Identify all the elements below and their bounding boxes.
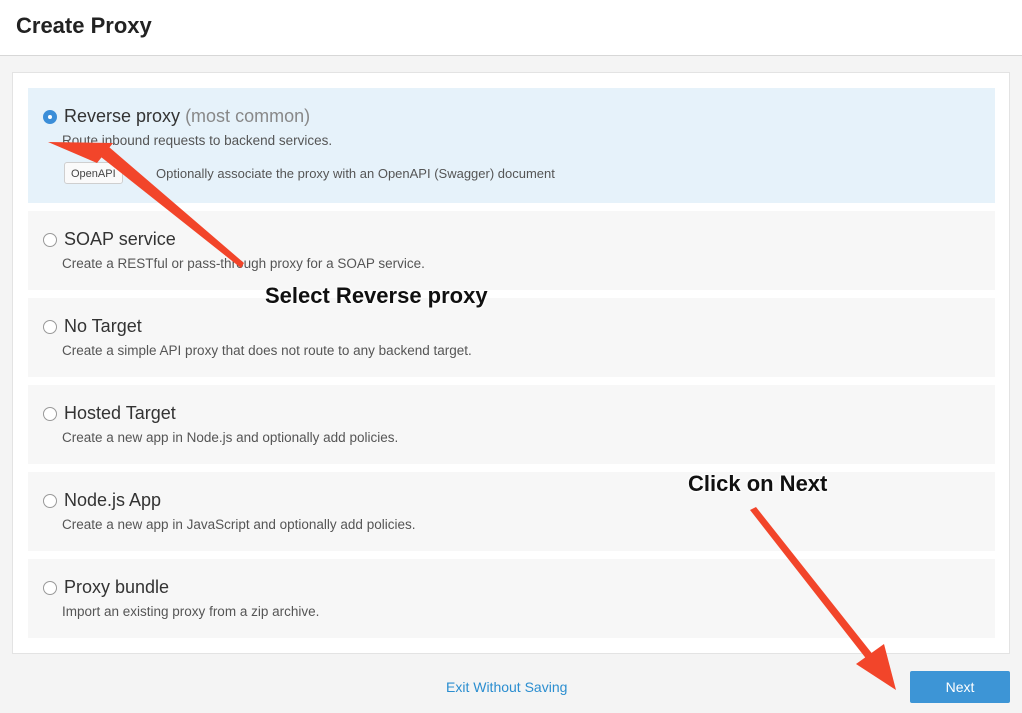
option-title: No Target — [64, 316, 142, 336]
option-reverse-proxy[interactable]: Reverse proxy (most common) Route inboun… — [28, 88, 995, 203]
openapi-button[interactable]: OpenAPI — [64, 162, 123, 184]
option-hosted-target[interactable]: Hosted Target Create a new app in Node.j… — [28, 385, 995, 464]
option-description: Create a simple API proxy that does not … — [62, 343, 472, 358]
option-proxy-bundle[interactable]: Proxy bundle Import an existing proxy fr… — [28, 559, 995, 638]
radio-reverse-proxy[interactable] — [43, 110, 57, 124]
page-header: Create Proxy — [0, 0, 1022, 56]
option-title: SOAP service — [64, 229, 176, 249]
footer-bar: Exit Without Saving Next — [0, 660, 1022, 713]
option-description: Create a new app in Node.js and optional… — [62, 430, 399, 445]
annotation-select-reverse-proxy: Select Reverse proxy — [265, 283, 488, 308]
option-description: Create a new app in JavaScript and optio… — [62, 517, 416, 532]
option-nodejs-app[interactable]: Node.js App Create a new app in JavaScri… — [28, 472, 995, 551]
radio-hosted-target[interactable] — [43, 407, 57, 421]
option-title: Proxy bundle — [64, 577, 170, 597]
radio-soap-service[interactable] — [43, 233, 57, 247]
option-title: Node.js App — [64, 490, 162, 510]
radio-proxy-bundle[interactable] — [43, 581, 57, 595]
option-no-target[interactable]: No Target Create a simple API proxy that… — [28, 298, 995, 377]
option-description: Route inbound requests to backend servic… — [62, 133, 333, 148]
radio-no-target[interactable] — [43, 320, 57, 334]
option-soap-service[interactable]: SOAP service Create a RESTful or pass-th… — [28, 211, 995, 290]
radio-nodejs-app[interactable] — [43, 494, 57, 508]
option-description: Create a RESTful or pass-through proxy f… — [62, 256, 425, 271]
option-note: (most common) — [185, 106, 311, 126]
next-button[interactable]: Next — [910, 671, 1010, 703]
option-title: Hosted Target — [64, 403, 176, 423]
openapi-help-text: Optionally associate the proxy with an O… — [156, 166, 555, 181]
page-title: Create Proxy — [16, 13, 152, 38]
proxy-type-panel: Reverse proxy (most common) Route inboun… — [12, 72, 1010, 654]
option-title: Reverse proxy (most common) — [64, 106, 311, 126]
exit-without-saving-link[interactable]: Exit Without Saving — [446, 679, 567, 695]
annotation-click-on-next: Click on Next — [688, 471, 828, 496]
option-description: Import an existing proxy from a zip arch… — [62, 604, 320, 619]
